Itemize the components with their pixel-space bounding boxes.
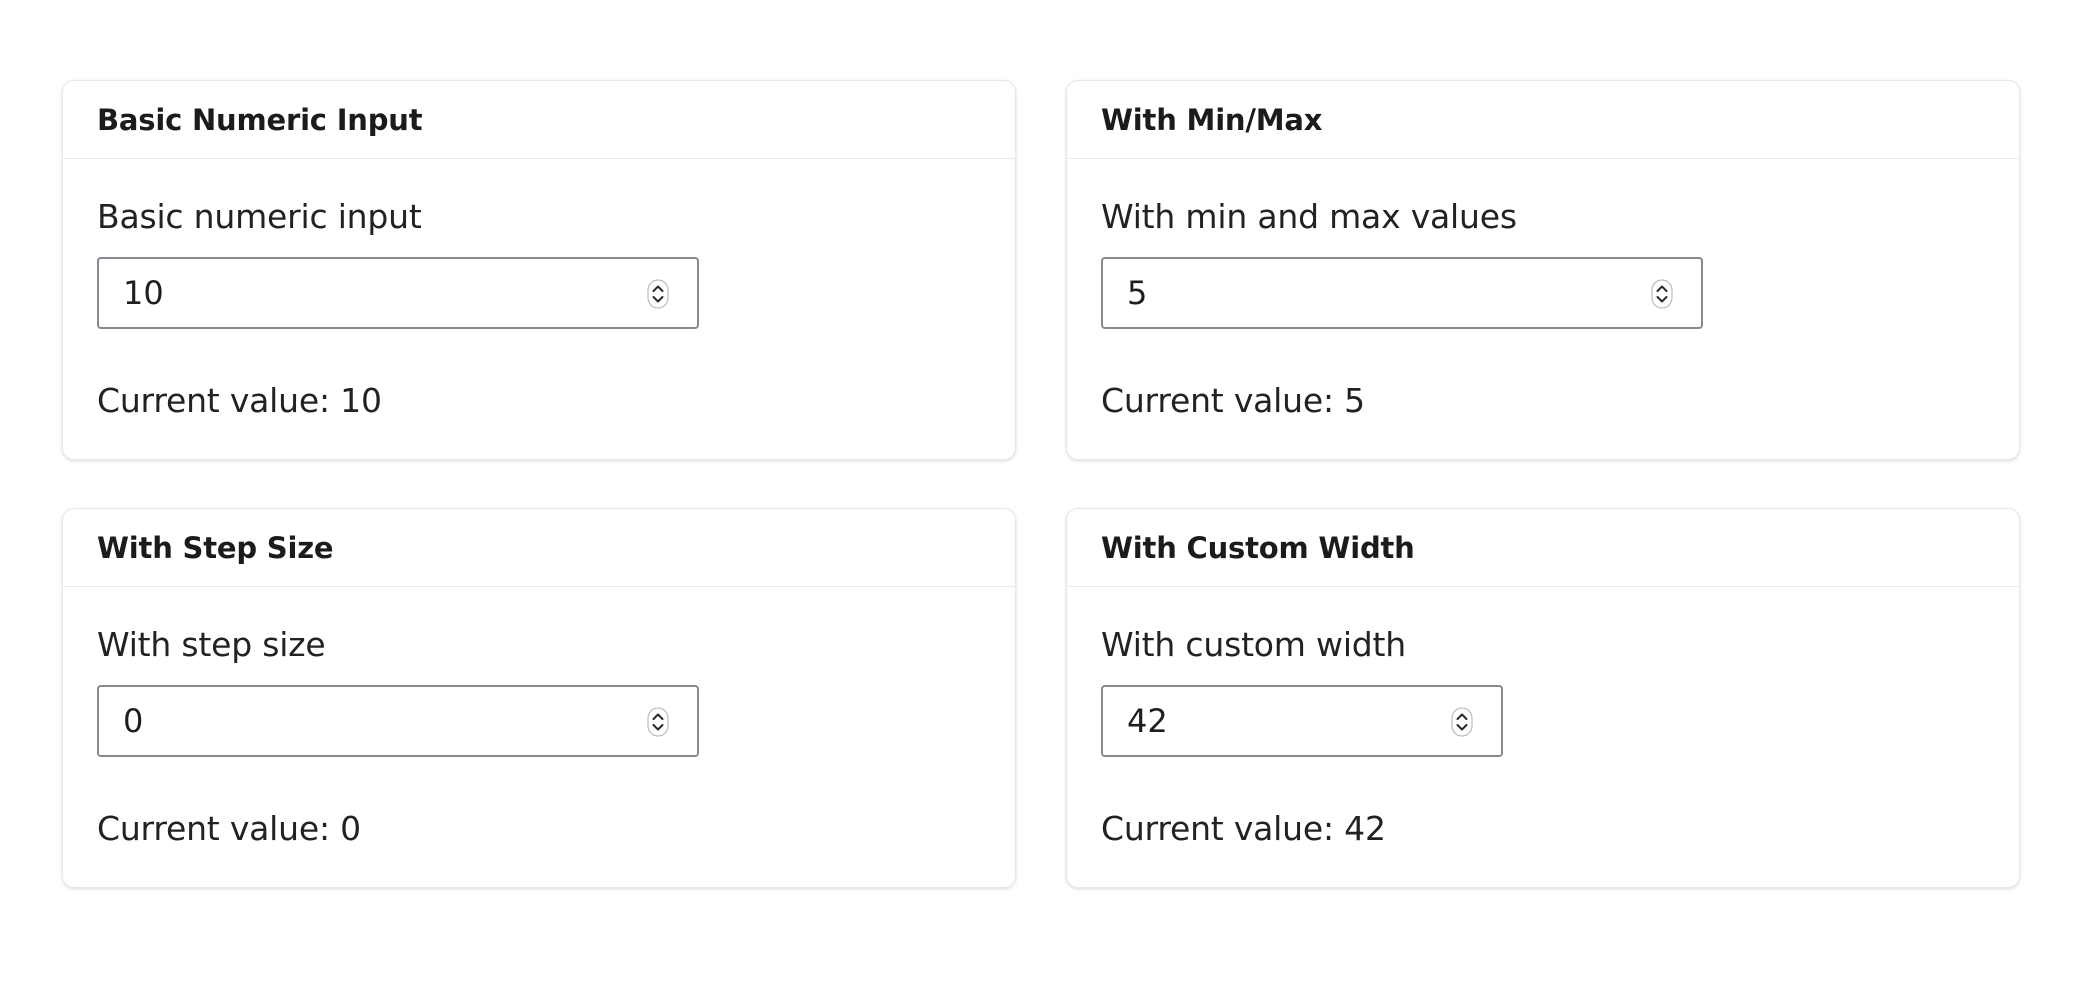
- numeric-input-value[interactable]: 0: [123, 702, 143, 740]
- numeric-input[interactable]: 10: [97, 257, 699, 329]
- current-value-text: Current value: 10: [97, 381, 382, 420]
- current-value-text: Current value: 42: [1101, 809, 1386, 848]
- card-header: Basic Numeric Input: [63, 81, 1015, 159]
- card-title: With Custom Width: [1101, 531, 1415, 565]
- numeric-input-value[interactable]: 42: [1127, 702, 1168, 740]
- numeric-input-value[interactable]: 5: [1127, 274, 1147, 312]
- card-header: With Custom Width: [1067, 509, 2019, 587]
- current-value-text: Current value: 0: [97, 809, 361, 848]
- stepper-arrows-icon[interactable]: [1651, 279, 1673, 309]
- current-value-text: Current value: 5: [1101, 381, 1365, 420]
- numeric-input-card-custom-width: With Custom Width With custom width 42 C…: [1066, 508, 2020, 888]
- numeric-input-value[interactable]: 10: [123, 274, 164, 312]
- card-title: Basic Numeric Input: [97, 103, 423, 137]
- numeric-input-card-step-size: With Step Size With step size 0 Current …: [62, 508, 1016, 888]
- input-label: Basic numeric input: [97, 197, 422, 236]
- input-label: With min and max values: [1101, 197, 1517, 236]
- numeric-input-card-min-max: With Min/Max With min and max values 5 C…: [1066, 80, 2020, 460]
- input-label: With custom width: [1101, 625, 1406, 664]
- card-header: With Min/Max: [1067, 81, 2019, 159]
- card-title: With Min/Max: [1101, 103, 1323, 137]
- stepper-arrows-icon[interactable]: [647, 279, 669, 309]
- card-header: With Step Size: [63, 509, 1015, 587]
- input-label: With step size: [97, 625, 326, 664]
- numeric-input[interactable]: 0: [97, 685, 699, 757]
- stepper-arrows-icon[interactable]: [647, 707, 669, 737]
- stepper-arrows-icon[interactable]: [1451, 707, 1473, 737]
- numeric-input-card-basic: Basic Numeric Input Basic numeric input …: [62, 80, 1016, 460]
- card-title: With Step Size: [97, 531, 334, 565]
- numeric-input[interactable]: 42: [1101, 685, 1503, 757]
- numeric-input[interactable]: 5: [1101, 257, 1703, 329]
